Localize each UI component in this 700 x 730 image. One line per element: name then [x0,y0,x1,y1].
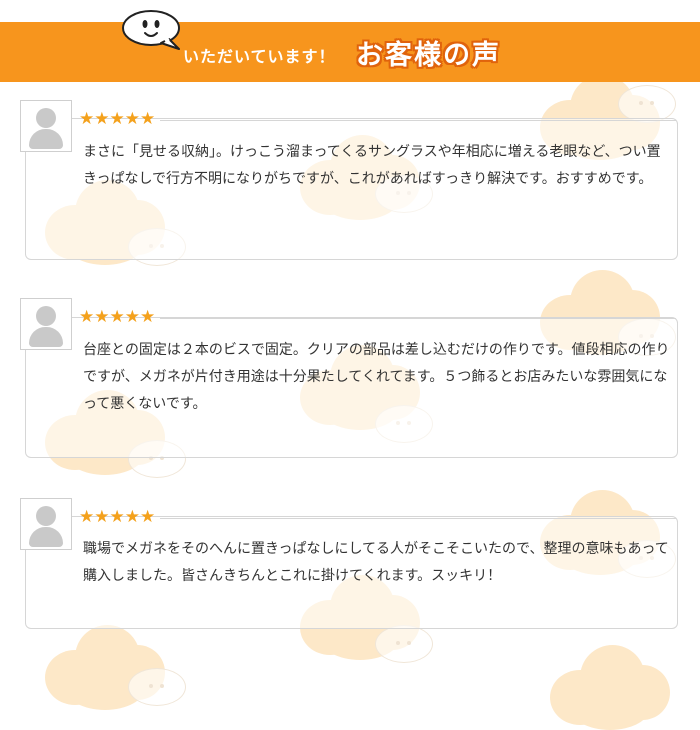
review-text: 職場でメガネをそのへんに置きっぱなしにしてる人がそこそこいたので、整理の意味もあ… [83,541,669,584]
rating-stars: ★★★★★ [79,307,156,327]
review-text: 台座との固定は２本のビスで固定。クリアの部品は差し込むだけの作りです。値段相応の… [83,342,670,412]
face-bubble-decoration [375,625,433,663]
section-header: いただいています！ お客様の声 [0,22,700,82]
header-subtitle: いただいています！ [183,47,336,66]
face-bubble-decoration [128,668,186,706]
speech-bubble-face-icon [122,10,180,50]
rating-stars: ★★★★★ [79,109,156,129]
divider [160,518,676,519]
review-text: まさに「見せる収納」。けっこう溜まってくるサングラスや年相応に増える老眼など、つ… [83,144,661,187]
avatar [20,298,72,350]
avatar [20,498,72,550]
divider [160,318,676,319]
cloud-decoration [550,640,670,730]
divider [160,120,676,121]
avatar [20,100,72,152]
rating-stars: ★★★★★ [79,507,156,527]
header-title: お客様の声 [356,40,501,71]
